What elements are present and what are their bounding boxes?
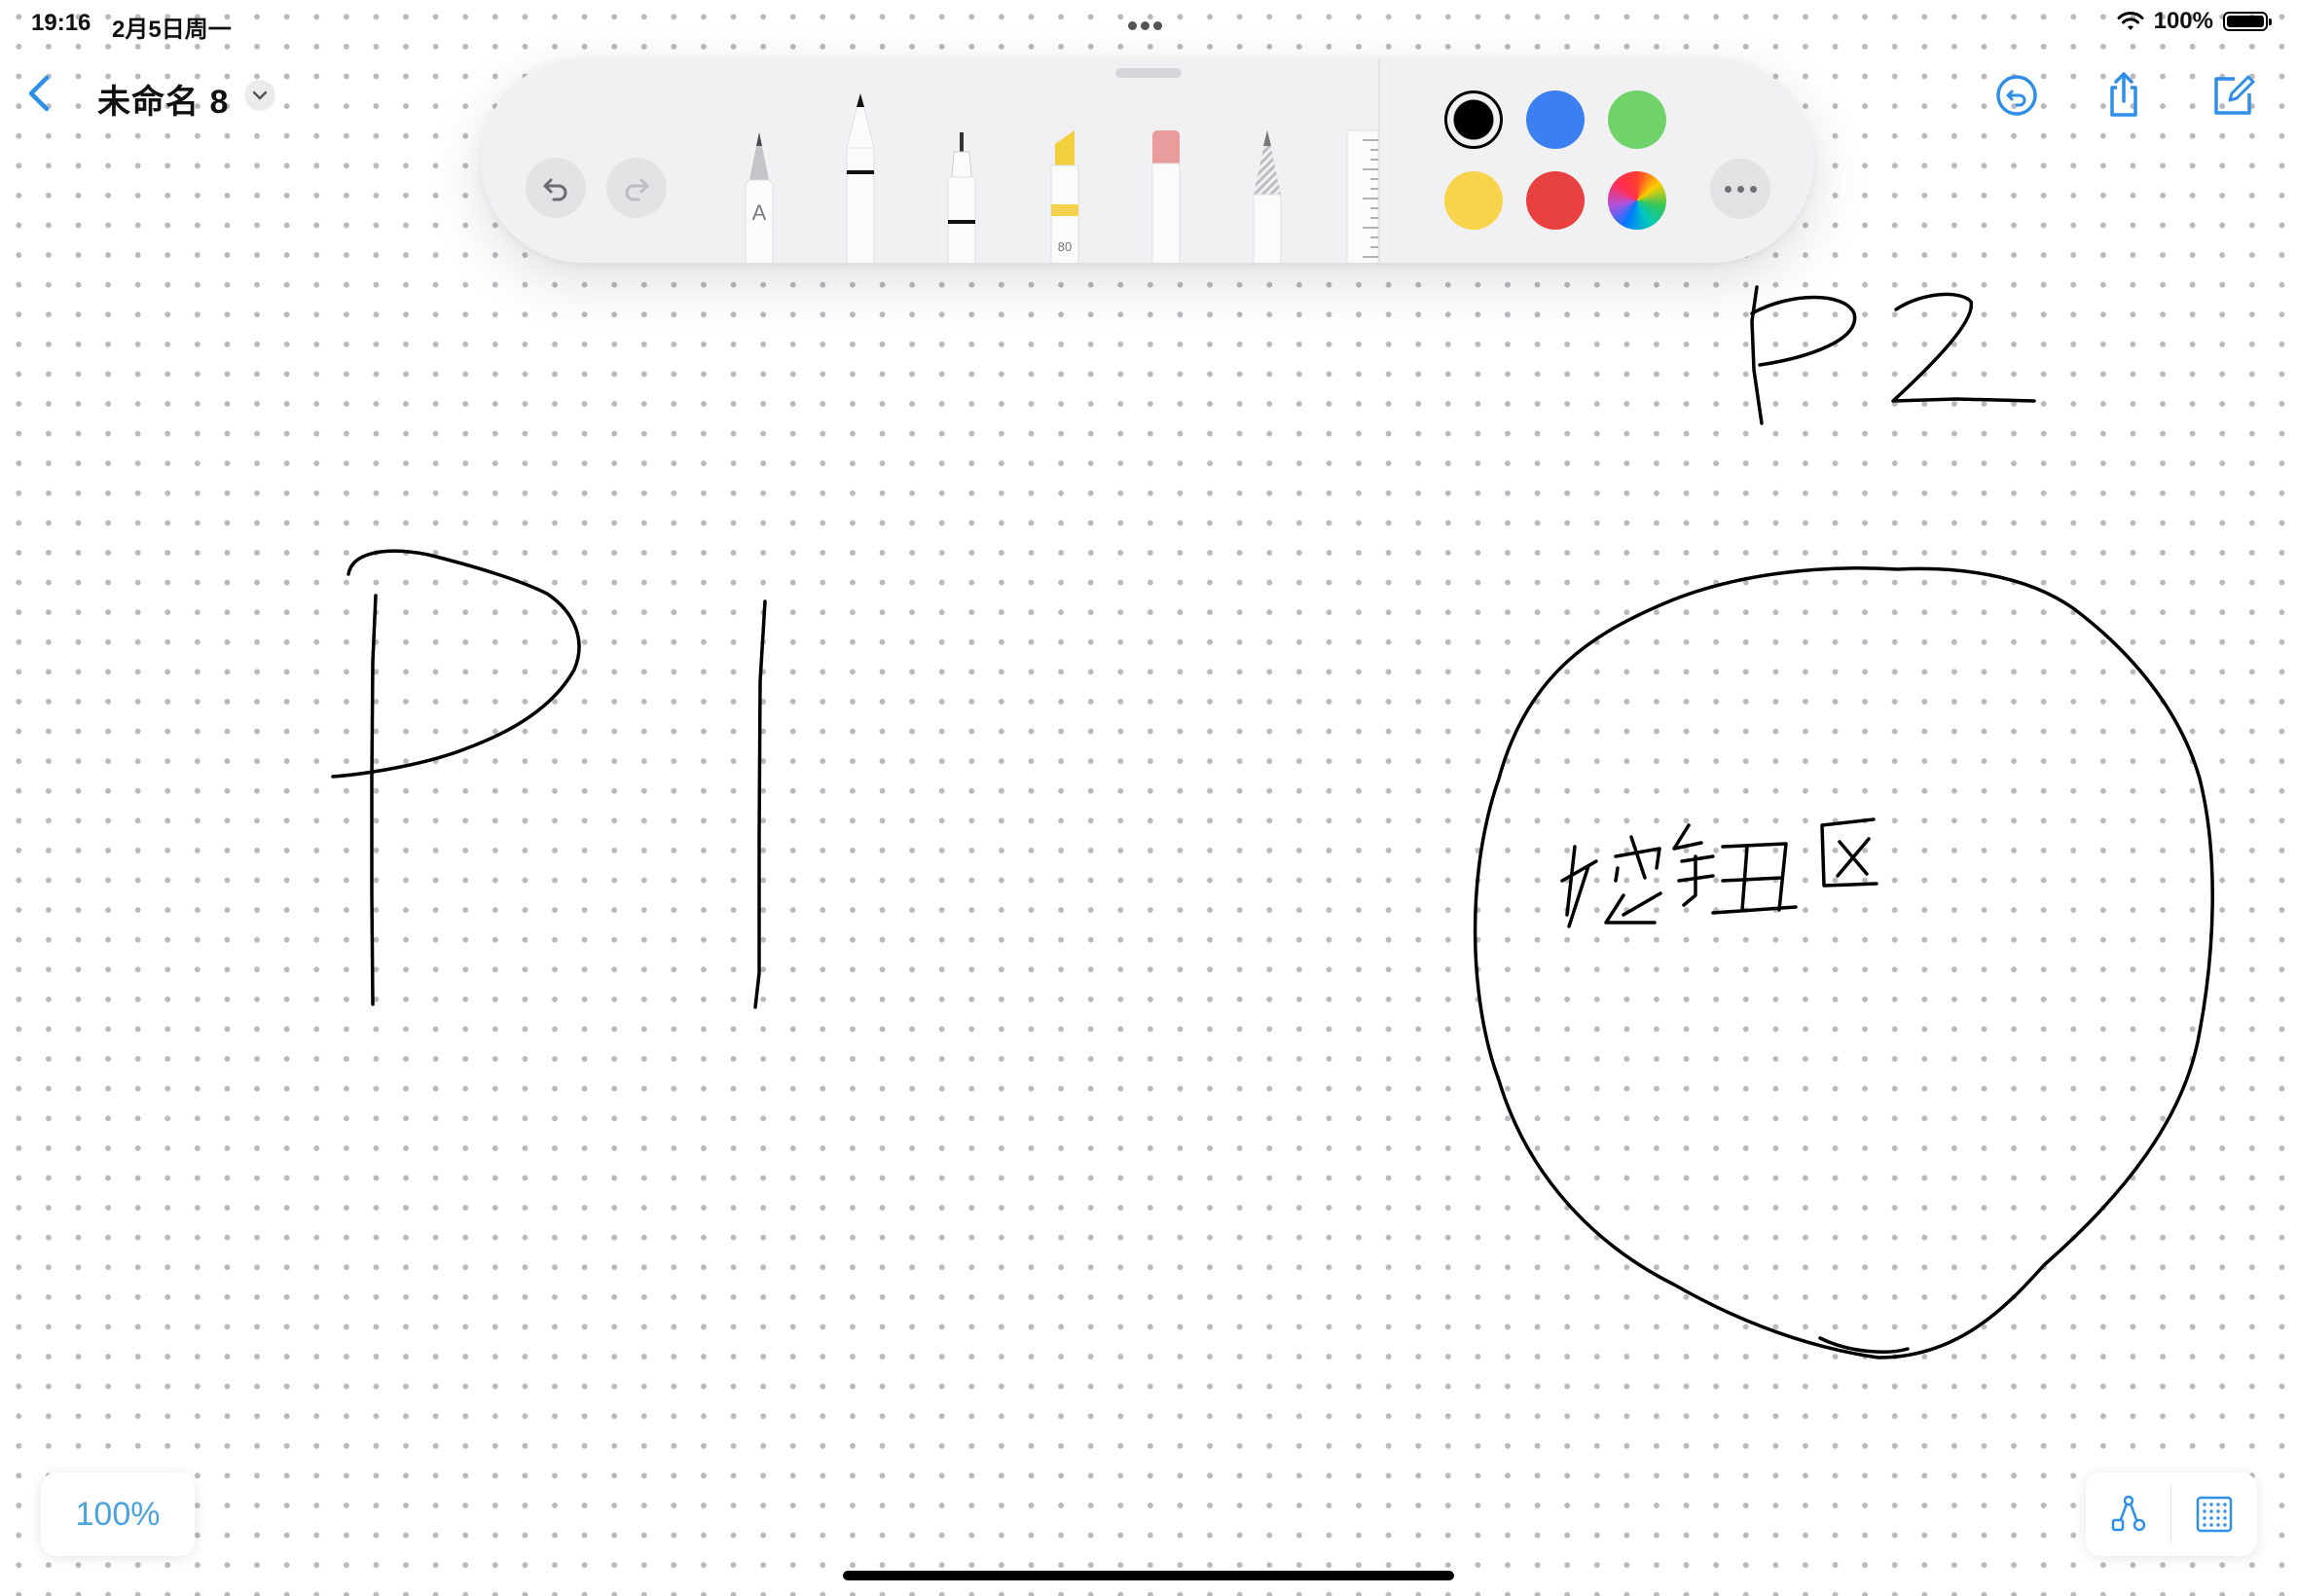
toolbar-divider bbox=[1378, 58, 1380, 263]
monoline-pen-icon: A bbox=[745, 132, 774, 263]
home-indicator[interactable] bbox=[843, 1571, 1454, 1580]
marker-opacity-label: 80 bbox=[1058, 239, 1072, 254]
handwriting-qu bbox=[1820, 817, 1878, 888]
pen-icon bbox=[846, 92, 875, 263]
color-swatch-red[interactable] bbox=[1526, 171, 1585, 230]
drawing-toolbar: A 80 bbox=[481, 58, 1814, 263]
tool-monoline-pen[interactable]: A bbox=[740, 127, 779, 263]
toolbar-more-button[interactable] bbox=[1710, 159, 1770, 219]
tool-eraser[interactable] bbox=[1145, 127, 1187, 263]
color-swatch-blue[interactable] bbox=[1526, 91, 1585, 149]
redo-icon bbox=[625, 178, 649, 201]
handwriting-circle bbox=[1473, 566, 2214, 1360]
zoom-level-button[interactable]: 100% bbox=[41, 1472, 195, 1556]
tool-fineliner[interactable] bbox=[940, 130, 983, 263]
color-swatch-black[interactable] bbox=[1444, 91, 1503, 149]
handwriting-p1-letter-p-loop bbox=[331, 549, 581, 779]
undo-icon bbox=[543, 178, 567, 201]
ruler-icon bbox=[1346, 129, 1379, 263]
handwriting-p1-digit-1 bbox=[753, 599, 767, 1009]
eraser-icon bbox=[1151, 130, 1181, 263]
controls-divider bbox=[2170, 1484, 2171, 1544]
handwriting-p2-digit-2 bbox=[1891, 292, 2036, 403]
pencil-icon bbox=[1253, 130, 1282, 263]
monoline-label: A bbox=[752, 200, 767, 225]
shapes-icon bbox=[2111, 1495, 2146, 1532]
color-picker-wheel[interactable] bbox=[1608, 171, 1666, 230]
canvas-controls bbox=[2086, 1472, 2257, 1556]
tool-pen[interactable] bbox=[839, 91, 882, 263]
handwriting-an bbox=[1560, 835, 1662, 928]
handwriting-niu bbox=[1672, 823, 1798, 915]
toolbar-grabber[interactable] bbox=[1115, 68, 1182, 78]
grid-icon bbox=[2196, 1496, 2233, 1533]
ellipsis-icon bbox=[1725, 186, 1732, 193]
color-swatch-green[interactable] bbox=[1608, 91, 1666, 149]
grid-button[interactable] bbox=[2193, 1493, 2236, 1536]
handwriting-p2-letter-p-loop bbox=[1750, 295, 1857, 367]
undo-button[interactable] bbox=[526, 158, 586, 218]
color-swatch-yellow[interactable] bbox=[1444, 171, 1503, 230]
handwriting-p1-letter-p-stem bbox=[370, 594, 378, 1006]
marker-icon: 80 bbox=[1050, 130, 1079, 263]
tool-marker[interactable]: 80 bbox=[1043, 127, 1086, 263]
tool-ruler[interactable] bbox=[1343, 127, 1379, 263]
fineliner-icon bbox=[947, 132, 976, 263]
shapes-button[interactable] bbox=[2107, 1493, 2150, 1536]
redo-button[interactable] bbox=[606, 158, 667, 218]
tool-pencil[interactable] bbox=[1246, 127, 1289, 263]
